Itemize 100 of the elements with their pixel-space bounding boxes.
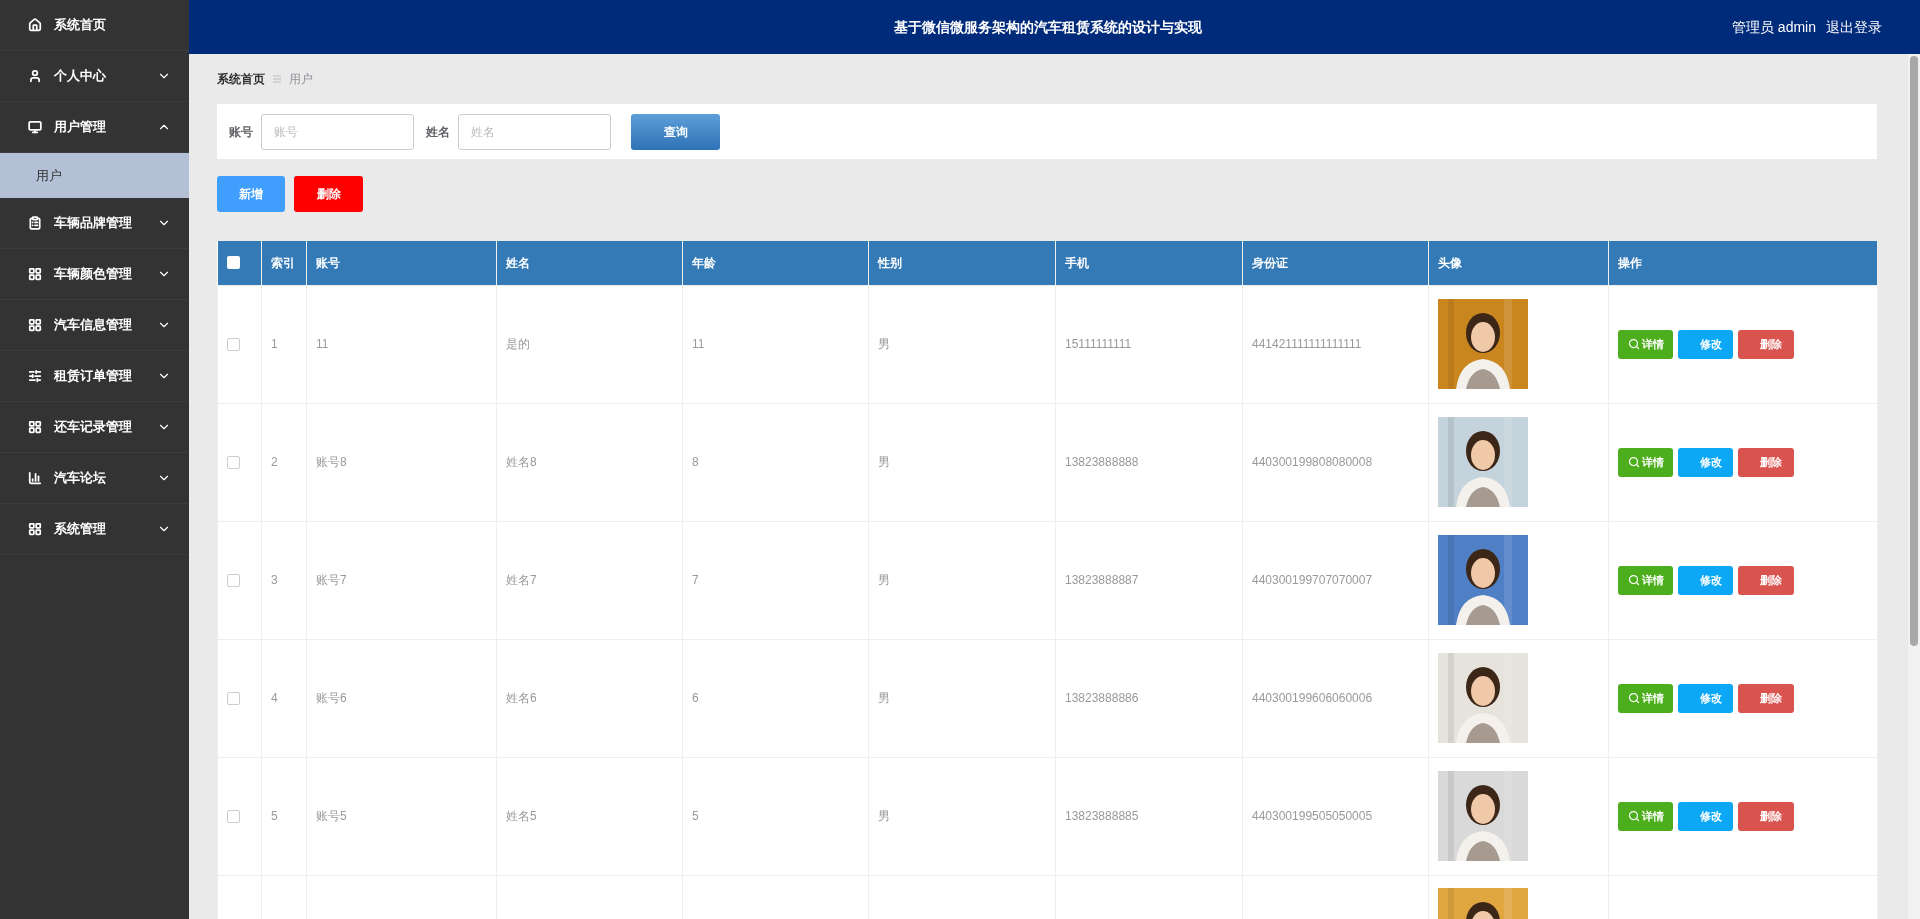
details-button[interactable]: 详情 — [1618, 329, 1673, 359]
search-icon — [1627, 574, 1640, 586]
bar-chart-icon — [28, 471, 42, 485]
select-all-checkbox[interactable] — [226, 256, 240, 270]
edit-button[interactable]: 修改 — [1678, 683, 1733, 713]
clipboard-icon — [28, 216, 42, 230]
edit-button[interactable]: 修改 — [1678, 801, 1733, 831]
sidebar-item[interactable]: 个人中心 — [0, 51, 189, 102]
scrollbar[interactable] — [1908, 54, 1920, 919]
edit-button[interactable]: 修改 — [1678, 447, 1733, 477]
grid-icon — [28, 318, 42, 332]
column-header: 性别 — [868, 241, 1056, 285]
sidebar-item[interactable]: 系统管理 — [0, 504, 189, 555]
breadcrumb-current: 用户 — [289, 71, 313, 88]
table-cell: 是的 — [496, 285, 683, 403]
table-cell: 男 — [868, 639, 1056, 757]
table-cell: 440300199808080008 — [1242, 403, 1429, 521]
table-cell: 15111111111 — [1055, 285, 1243, 403]
details-button[interactable]: 详情 — [1618, 683, 1673, 713]
table-cell: 男 — [868, 403, 1056, 521]
user-label: 管理员 admin — [1731, 17, 1816, 37]
logout-link[interactable]: 退出登录 — [1826, 16, 1882, 38]
table-cell: 13823888887 — [1055, 521, 1243, 639]
table-cell: 440300199707070007 — [1242, 521, 1429, 639]
separator-icon — [273, 75, 281, 83]
user-icon — [28, 69, 42, 83]
table-cell: 13823888885 — [1055, 757, 1243, 875]
field-label: 姓名 — [426, 123, 450, 141]
details-button[interactable]: 详情 — [1618, 565, 1673, 595]
grid-icon — [28, 267, 42, 281]
column-header: 姓名 — [496, 241, 683, 285]
table-cell: 姓名8 — [496, 403, 683, 521]
sliders-icon — [28, 369, 42, 383]
table-cell: 账号7 — [306, 521, 497, 639]
sidebar-item[interactable]: 租赁订单管理 — [0, 351, 189, 402]
sidebar-item[interactable]: 车辆品牌管理 — [0, 198, 189, 249]
column-header: 索引 — [261, 241, 307, 285]
table-cell: 441421111111111111 — [1242, 285, 1429, 403]
sidebar-item[interactable]: 车辆颜色管理 — [0, 249, 189, 300]
table-cell: 男 — [868, 757, 1056, 875]
column-header: 操作 — [1608, 241, 1878, 285]
column-header: 年龄 — [682, 241, 869, 285]
delete-button[interactable]: 删除 — [1738, 565, 1794, 595]
app-title: 基于微信微服务架构的汽车租赁系统的设计与实现 — [894, 17, 1202, 37]
table-cell: 姓名7 — [496, 521, 683, 639]
grid-icon — [28, 522, 42, 536]
grid-icon — [28, 420, 42, 434]
search-field[interactable]: 姓名 — [458, 113, 611, 150]
row-checkbox[interactable] — [227, 337, 240, 351]
table-cell: 440300199606060006 — [1242, 639, 1429, 757]
search-icon — [1627, 692, 1640, 704]
search-field[interactable]: 账号 — [261, 113, 414, 150]
table-cell: 账号5 — [306, 757, 497, 875]
table-cell: 8 — [682, 403, 869, 521]
search-icon — [1627, 810, 1640, 822]
edit-button[interactable]: 修改 — [1678, 565, 1733, 595]
details-button[interactable]: 详情 — [1618, 801, 1673, 831]
column-header: 手机 — [1055, 241, 1243, 285]
sidebar-item[interactable]: 还车记录管理 — [0, 402, 189, 453]
table-cell: 11 — [682, 285, 869, 403]
monitor-icon — [28, 120, 42, 134]
search-icon — [1627, 338, 1640, 350]
row-checkbox[interactable] — [227, 573, 240, 587]
delete-button[interactable]: 删除 — [1738, 447, 1794, 477]
table-cell: 姓名6 — [496, 639, 683, 757]
sidebar-subitem[interactable]: 用户 — [0, 153, 189, 198]
table-cell: 账号6 — [306, 639, 497, 757]
table-cell: 男 — [868, 521, 1056, 639]
table-cell: 1 — [261, 285, 307, 403]
table-cell: 5 — [682, 757, 869, 875]
edit-button[interactable]: 修改 — [1678, 329, 1733, 359]
table-cell: 13823888886 — [1055, 639, 1243, 757]
details-button[interactable]: 详情 — [1618, 447, 1673, 477]
table-cell: 3 — [261, 521, 307, 639]
table-cell: 5 — [261, 757, 307, 875]
delete-button[interactable]: 删除 — [1738, 683, 1794, 713]
search-icon — [1627, 456, 1640, 468]
field-label: 账号 — [229, 123, 253, 141]
delete-button[interactable]: 删除 — [1738, 329, 1794, 359]
table-cell: 4 — [261, 639, 307, 757]
table-cell: 2 — [261, 403, 307, 521]
delete-button[interactable]: 删除 — [1738, 801, 1794, 831]
row-checkbox[interactable] — [227, 455, 240, 469]
delete-button[interactable]: 删除 — [294, 176, 363, 212]
column-header: 账号 — [306, 241, 497, 285]
breadcrumb-link[interactable]: 系统首页 — [217, 70, 265, 88]
table-cell: 男 — [868, 285, 1056, 403]
table-cell: 6 — [682, 639, 869, 757]
table-cell: 11 — [306, 285, 497, 403]
add-button[interactable]: 新增 — [217, 176, 285, 212]
query-button[interactable]: 查询 — [631, 113, 720, 150]
home-icon — [28, 18, 42, 32]
column-header: 头像 — [1428, 241, 1609, 285]
sidebar-item[interactable]: 汽车信息管理 — [0, 300, 189, 351]
row-checkbox[interactable] — [227, 691, 240, 705]
table-cell: 姓名5 — [496, 757, 683, 875]
sidebar-item[interactable]: 汽车论坛 — [0, 453, 189, 504]
column-header: 身份证 — [1242, 241, 1429, 285]
row-checkbox[interactable] — [227, 809, 240, 823]
table-cell: 7 — [682, 521, 869, 639]
